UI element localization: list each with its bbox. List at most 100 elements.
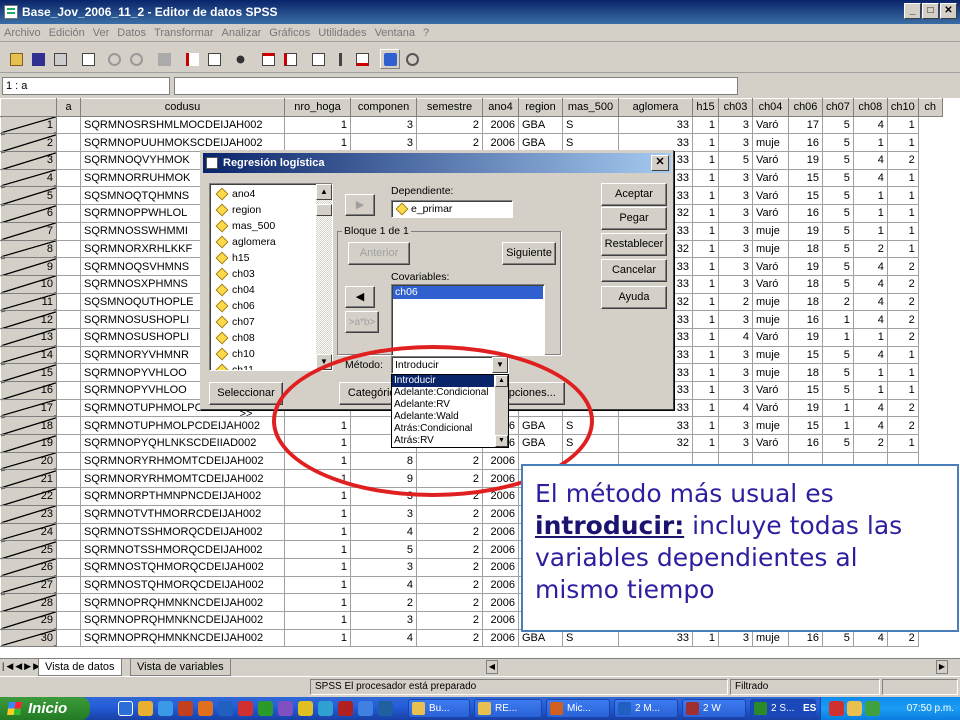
data-cell[interactable]: 4 bbox=[852, 416, 888, 436]
data-cell[interactable] bbox=[56, 381, 81, 400]
data-cell[interactable] bbox=[56, 416, 81, 436]
row-header[interactable]: 22 bbox=[0, 487, 57, 506]
data-cell[interactable]: 1 bbox=[852, 327, 888, 347]
next-block-button[interactable]: Siguiente bbox=[502, 242, 556, 265]
data-cell[interactable]: 1 bbox=[692, 310, 719, 329]
row-header[interactable]: 4 bbox=[0, 168, 57, 188]
data-cell[interactable]: 5 bbox=[822, 221, 854, 241]
data-cell[interactable]: 15 bbox=[788, 168, 823, 188]
variable-item[interactable]: ch03 bbox=[210, 266, 332, 282]
variables-icon[interactable] bbox=[204, 49, 224, 69]
dialog-close-button[interactable]: ✕ bbox=[651, 155, 669, 171]
data-cell[interactable]: 3 bbox=[718, 434, 753, 453]
data-cell[interactable]: 2 bbox=[416, 522, 483, 542]
data-cell[interactable]: 19 bbox=[788, 327, 823, 347]
row-header[interactable]: 9 bbox=[0, 257, 57, 276]
data-cell[interactable]: 5 bbox=[822, 133, 854, 153]
data-cell[interactable] bbox=[56, 239, 81, 259]
data-cell[interactable]: 2 bbox=[886, 327, 919, 347]
data-cell[interactable]: 4 bbox=[852, 257, 888, 276]
row-header[interactable]: 20 bbox=[0, 451, 57, 471]
data-cell[interactable]: 5 bbox=[822, 186, 854, 206]
data-cell[interactable]: 3 bbox=[718, 310, 753, 329]
row-header[interactable]: 3 bbox=[0, 151, 57, 170]
goto-case-icon[interactable] bbox=[182, 49, 202, 69]
data-cell[interactable]: 4 bbox=[852, 398, 888, 418]
column-header[interactable]: ch08 bbox=[852, 98, 888, 117]
insert-variable-icon[interactable] bbox=[280, 49, 300, 69]
data-cell[interactable]: 4 bbox=[852, 310, 888, 329]
data-cell[interactable]: 1 bbox=[284, 487, 351, 506]
data-cell[interactable]: 4 bbox=[350, 575, 417, 595]
open-icon[interactable] bbox=[6, 49, 26, 69]
data-cell[interactable]: 2 bbox=[416, 610, 483, 630]
data-cell[interactable] bbox=[56, 363, 81, 382]
data-cell[interactable]: 4 bbox=[718, 398, 753, 418]
data-cell[interactable]: 2 bbox=[886, 151, 919, 170]
data-cell[interactable] bbox=[56, 593, 81, 612]
data-cell[interactable]: 1 bbox=[886, 115, 919, 135]
data-cell[interactable]: 5 bbox=[822, 345, 854, 365]
ie-icon[interactable] bbox=[118, 701, 133, 716]
row-header[interactable]: 26 bbox=[0, 557, 57, 577]
data-cell[interactable]: 1 bbox=[692, 133, 719, 153]
reset-button[interactable]: Restablecer bbox=[601, 233, 667, 256]
data-cell[interactable]: 2006 bbox=[482, 522, 519, 542]
data-cell[interactable]: 3 bbox=[718, 381, 753, 400]
close-window-button[interactable]: ✕ bbox=[940, 3, 957, 19]
row-header[interactable]: 16 bbox=[0, 381, 57, 400]
data-cell[interactable]: SQRMNOPRQHMNKNCDEIJAH002 bbox=[80, 628, 285, 648]
data-cell[interactable]: 19 bbox=[788, 398, 823, 418]
data-cell[interactable]: 3 bbox=[350, 133, 417, 153]
data-cell[interactable] bbox=[56, 434, 81, 453]
data-cell[interactable]: 2 bbox=[852, 239, 888, 259]
data-cell[interactable]: 1 bbox=[284, 593, 351, 612]
row-header[interactable]: 7 bbox=[0, 221, 57, 241]
row-header[interactable]: 24 bbox=[0, 522, 57, 542]
column-header[interactable]: ch06 bbox=[788, 98, 823, 117]
menu-utilidades[interactable]: Utilidades bbox=[314, 24, 370, 42]
column-header[interactable]: codusu bbox=[80, 98, 285, 117]
data-cell[interactable] bbox=[56, 327, 81, 347]
data-cell[interactable]: 1 bbox=[886, 434, 919, 453]
data-cell[interactable]: 4 bbox=[350, 628, 417, 648]
use-sets-icon[interactable] bbox=[402, 49, 422, 69]
data-cell[interactable]: 5 bbox=[822, 274, 854, 294]
data-cell[interactable]: 1 bbox=[692, 398, 719, 418]
row-header[interactable]: 14 bbox=[0, 345, 57, 365]
row-header[interactable]: 25 bbox=[0, 540, 57, 559]
data-cell[interactable]: muje bbox=[752, 345, 789, 365]
data-cell[interactable]: muje bbox=[752, 416, 789, 436]
variable-item[interactable]: mas_500 bbox=[210, 218, 332, 234]
scroll-thumb[interactable] bbox=[316, 204, 332, 216]
data-cell[interactable]: 1 bbox=[692, 416, 719, 436]
data-cell[interactable]: Varó bbox=[752, 186, 789, 206]
word-icon[interactable] bbox=[218, 701, 233, 716]
data-cell[interactable]: 16 bbox=[788, 434, 823, 453]
data-cell[interactable]: 17 bbox=[788, 115, 823, 135]
column-header[interactable]: aglomera bbox=[618, 98, 693, 117]
move-to-covariates-button[interactable]: ◀ bbox=[345, 286, 375, 308]
data-cell[interactable]: 1 bbox=[692, 257, 719, 276]
data-cell[interactable]: 1 bbox=[822, 310, 854, 329]
data-cell[interactable]: 2 bbox=[886, 257, 919, 276]
column-header[interactable]: ch03 bbox=[718, 98, 753, 117]
data-cell[interactable] bbox=[56, 186, 81, 206]
data-cell[interactable] bbox=[56, 540, 81, 559]
data-cell[interactable]: 2 bbox=[886, 274, 919, 294]
data-cell[interactable]: 3 bbox=[718, 274, 753, 294]
row-header[interactable]: 12 bbox=[0, 310, 57, 329]
variable-item[interactable]: h15 bbox=[210, 250, 332, 266]
data-cell[interactable]: 1 bbox=[692, 345, 719, 365]
data-cell[interactable]: 5 bbox=[822, 257, 854, 276]
cancel-button[interactable]: Cancelar bbox=[601, 259, 667, 282]
data-cell[interactable] bbox=[56, 487, 81, 506]
data-cell[interactable]: 4 bbox=[350, 522, 417, 542]
find-icon[interactable] bbox=[230, 49, 250, 69]
data-cell[interactable]: 1 bbox=[692, 204, 719, 223]
data-cell[interactable]: 15 bbox=[788, 381, 823, 400]
data-cell[interactable] bbox=[56, 292, 81, 312]
data-cell[interactable]: 1 bbox=[692, 363, 719, 382]
interaction-button[interactable]: >a*b> bbox=[345, 311, 379, 333]
data-cell[interactable]: 1 bbox=[692, 115, 719, 135]
